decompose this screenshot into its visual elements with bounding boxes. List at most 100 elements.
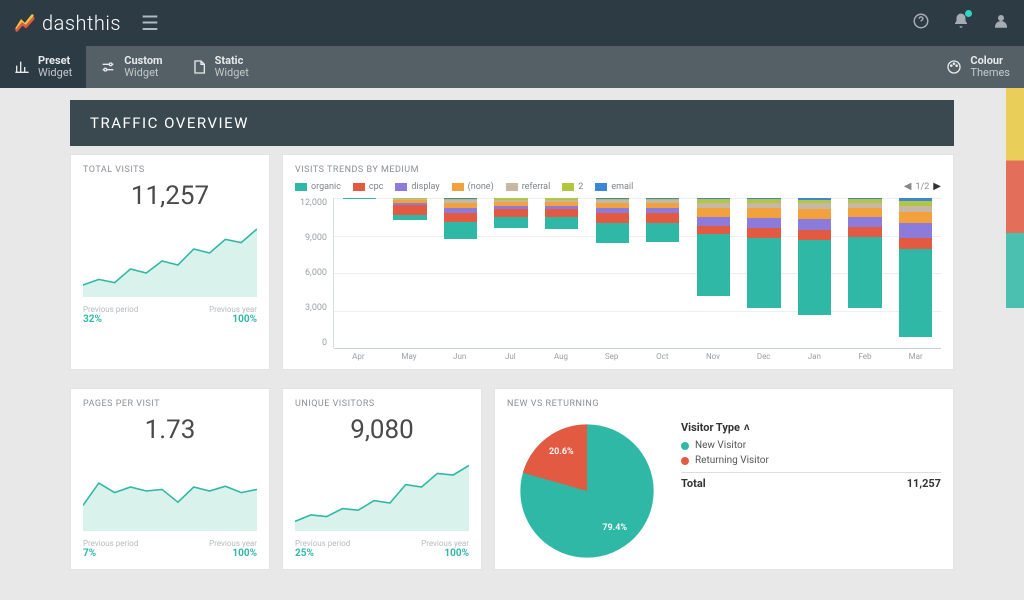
- pie-slice-label-returning: 20.6%: [549, 447, 574, 457]
- sparkline-pages-per-visit: [83, 451, 257, 531]
- topbar: dashthis ☰: [0, 0, 1024, 46]
- card-total-visits: TOTAL VISITS 11,257 Previous period Previ…: [70, 154, 270, 370]
- widget-toolbar: PresetWidget CustomWidget StaticWidget C…: [0, 46, 1024, 88]
- card-value: 9,080: [295, 415, 469, 445]
- bar-mar[interactable]: [890, 198, 941, 348]
- legend-label: referral: [522, 182, 551, 192]
- legend-item-none[interactable]: (none): [452, 182, 494, 192]
- accent-strip: [1006, 88, 1024, 308]
- prev-period-label: Previous period: [83, 539, 138, 548]
- topbar-actions: [912, 12, 1010, 34]
- bar-jan[interactable]: [789, 198, 840, 348]
- sparkline-total-visits: [83, 217, 257, 297]
- tab-sublabel: Themes: [970, 67, 1010, 79]
- tab-sublabel: Widget: [215, 67, 249, 79]
- bar-aug[interactable]: [536, 198, 587, 348]
- y-axis: 12,0009,0006,0003,0000: [295, 198, 333, 348]
- card-pages-per-visit: PAGES PER VISIT 1.73 Previous period Prev…: [70, 388, 270, 570]
- brand: dashthis: [14, 11, 121, 35]
- prev-year-label: Previous year: [421, 539, 469, 548]
- legend-label: display: [411, 182, 439, 192]
- menu-icon[interactable]: ☰: [141, 11, 159, 35]
- card-title: NEW VS RETURNING: [507, 399, 941, 409]
- tab-custom-widget[interactable]: CustomWidget: [86, 46, 176, 88]
- card-title: PAGES PER VISIT: [83, 399, 257, 409]
- logo-icon: [14, 12, 36, 34]
- palette-icon: [946, 59, 962, 75]
- legend-item-returning-visitor[interactable]: Returning Visitor: [681, 455, 941, 466]
- profile-icon[interactable]: [992, 12, 1010, 34]
- chart-legend: organic cpc display (none) referral 2 em…: [295, 181, 941, 192]
- legend-label: New Visitor: [695, 440, 746, 451]
- prev-year-value: 100%: [232, 548, 257, 559]
- bar-dec[interactable]: [739, 198, 790, 348]
- bar-nov[interactable]: [688, 198, 739, 348]
- x-axis: AprMayJunJulAugSepOctNovDecJanFebMar: [333, 352, 941, 361]
- legend-pager: ◀ 1/2 ▶: [904, 181, 941, 192]
- bar-apr[interactable]: [334, 198, 385, 348]
- card-unique-visitors: UNIQUE VISITORS 9,080 Previous period Pre…: [282, 388, 482, 570]
- legend-item-new-visitor[interactable]: New Visitor: [681, 440, 941, 451]
- prev-year-value: 100%: [444, 548, 469, 559]
- total-value: 11,257: [907, 477, 941, 490]
- help-icon[interactable]: [912, 12, 930, 34]
- prev-period-label: Previous period: [295, 539, 350, 548]
- sparkline-unique-visitors: [295, 451, 469, 531]
- prev-period-label: Previous period: [83, 305, 138, 314]
- chevron-right-icon[interactable]: ▶: [933, 181, 941, 192]
- notifications-icon[interactable]: [952, 12, 970, 34]
- visitor-type-label: Visitor Type: [681, 421, 740, 434]
- sliders-icon: [100, 59, 116, 75]
- note-icon: [191, 59, 207, 75]
- dashboard-canvas: TRAFFIC OVERVIEW TOTAL VISITS 11,257 Pre…: [0, 88, 1024, 600]
- legend-label: organic: [311, 182, 341, 192]
- prev-period-value: 25%: [295, 548, 314, 559]
- pie-slice-label-new: 79.4%: [602, 523, 627, 533]
- bar-feb[interactable]: [840, 198, 891, 348]
- card-title: UNIQUE VISITORS: [295, 399, 469, 409]
- bar-may[interactable]: [385, 198, 436, 348]
- legend-item-two[interactable]: 2: [562, 182, 583, 192]
- card-title: TOTAL VISITS: [83, 165, 257, 175]
- section-title: TRAFFIC OVERVIEW: [90, 114, 249, 132]
- bar-sep[interactable]: [587, 198, 638, 348]
- pager-text: 1/2: [915, 182, 929, 192]
- tab-sublabel: Widget: [38, 67, 72, 79]
- prev-period-value: 7%: [83, 548, 96, 559]
- legend-item-organic[interactable]: organic: [295, 182, 341, 192]
- legend-label: 2: [578, 182, 583, 192]
- card-value: 1.73: [83, 415, 257, 445]
- chevron-up-icon: ʌ: [744, 422, 750, 433]
- legend-label: Returning Visitor: [695, 455, 769, 466]
- bar-oct[interactable]: [637, 198, 688, 348]
- prev-year-label: Previous year: [209, 305, 257, 314]
- section-header: TRAFFIC OVERVIEW: [70, 100, 954, 146]
- bar-chart: [333, 198, 941, 348]
- legend-label: (none): [468, 182, 494, 192]
- tab-colour-themes[interactable]: ColourThemes: [932, 46, 1024, 88]
- card-title: VISITS TRENDS BY MEDIUM: [295, 165, 941, 175]
- tab-static-widget[interactable]: StaticWidget: [177, 46, 263, 88]
- prev-period-value: 32%: [83, 314, 102, 325]
- bar-jun[interactable]: [435, 198, 486, 348]
- bar-jul[interactable]: [486, 198, 537, 348]
- tab-sublabel: Widget: [124, 67, 162, 79]
- total-label: Total: [681, 477, 706, 490]
- visitor-type-toggle[interactable]: Visitor Type ʌ: [681, 421, 941, 434]
- legend-item-referral[interactable]: referral: [506, 182, 551, 192]
- pie-chart: 20.6% 79.4%: [517, 421, 657, 561]
- card-value: 11,257: [83, 181, 257, 211]
- prev-year-value: 100%: [232, 314, 257, 325]
- brand-text: dashthis: [42, 11, 121, 35]
- bar-chart-icon: [14, 59, 30, 75]
- legend-item-display[interactable]: display: [395, 182, 439, 192]
- prev-year-label: Previous year: [209, 539, 257, 548]
- chevron-left-icon[interactable]: ◀: [904, 181, 912, 192]
- card-new-vs-returning: NEW VS RETURNING 20.6% 79.4% Visitor Typ…: [494, 388, 954, 570]
- card-visits-by-medium: VISITS TRENDS BY MEDIUM organic cpc disp…: [282, 154, 954, 370]
- tab-preset-widget[interactable]: PresetWidget: [0, 46, 86, 88]
- legend-label: email: [611, 182, 633, 192]
- legend-item-cpc[interactable]: cpc: [353, 182, 383, 192]
- legend-item-email[interactable]: email: [595, 182, 633, 192]
- legend-label: cpc: [369, 182, 383, 192]
